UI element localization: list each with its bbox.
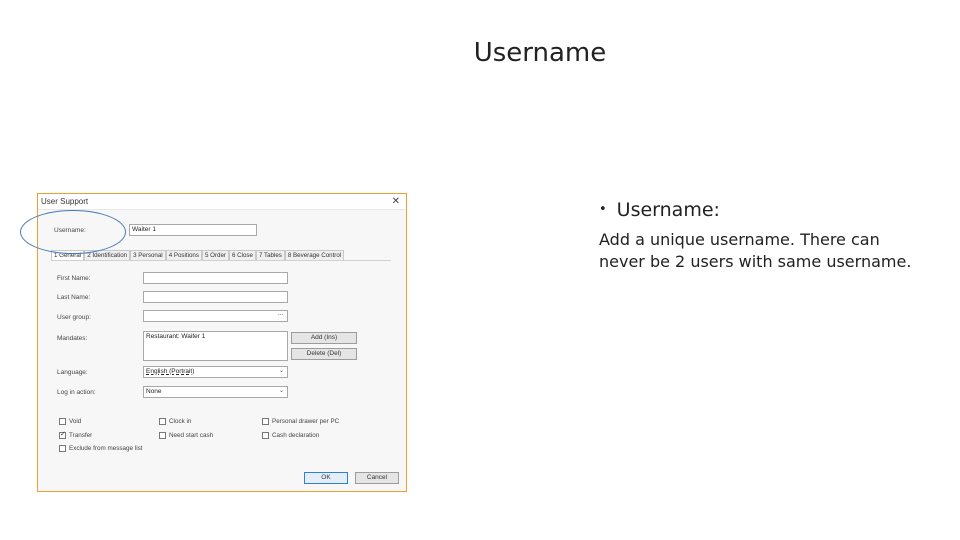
language-label: Language: <box>57 369 88 376</box>
ok-button[interactable]: OK <box>304 472 348 484</box>
tab-personal[interactable]: 3 Personal <box>130 250 166 260</box>
username-highlight-oval <box>20 210 126 254</box>
username-input[interactable]: Waiter 1 <box>129 224 257 236</box>
tab-panel-divider <box>51 260 391 261</box>
personal-drawer-checkbox[interactable] <box>262 418 269 425</box>
mandates-list[interactable]: Restaurant: Waiter 1 <box>143 331 288 361</box>
clock-in-checkbox[interactable] <box>159 418 166 425</box>
personal-drawer-label: Personal drawer per PC <box>272 418 340 425</box>
first-name-label: First Name: <box>57 275 91 282</box>
clock-in-label: Clock in <box>169 418 192 425</box>
dialog-titlebar: User Support ✕ <box>38 194 406 210</box>
chevron-down-icon[interactable]: ⌄ <box>279 367 284 374</box>
last-name-label: Last Name: <box>57 294 91 301</box>
cancel-button[interactable]: Cancel <box>355 472 399 484</box>
language-select[interactable]: English (Portrait) <box>143 366 288 378</box>
bullet-label: Username: <box>616 199 720 221</box>
slide-title: Username <box>473 38 607 68</box>
tab-tables[interactable]: 7 Tables <box>255 250 285 260</box>
slide-body-text: Add a unique username. There can never b… <box>599 230 912 271</box>
add-mandate-button[interactable]: Add (Ins) <box>291 332 357 344</box>
cash-declaration-label: Cash declaration <box>272 432 320 439</box>
chevron-down-icon[interactable]: ⌄ <box>279 387 284 394</box>
user-group-label: User group: <box>57 314 91 321</box>
exclude-message-list-checkbox[interactable] <box>59 445 66 452</box>
user-group-browse-button[interactable]: ... <box>278 311 283 317</box>
login-action-select[interactable]: None <box>143 386 288 398</box>
login-action-label: Log in action: <box>57 389 96 396</box>
transfer-checkbox[interactable] <box>59 430 66 439</box>
tab-beverage-control[interactable]: 8 Beverage Control <box>284 250 345 260</box>
bullet-dot-icon: • <box>599 202 607 217</box>
tab-close[interactable]: 6 Close <box>228 250 256 260</box>
tab-order[interactable]: 5 Order <box>201 250 229 260</box>
user-group-input[interactable] <box>143 310 288 322</box>
close-icon[interactable]: ✕ <box>392 196 400 207</box>
transfer-label: Transfer <box>69 432 93 439</box>
need-start-cash-checkbox[interactable] <box>159 432 166 439</box>
last-name-input[interactable] <box>143 291 288 303</box>
exclude-message-list-label: Exclude from message list <box>69 445 143 452</box>
delete-mandate-button[interactable]: Delete (Del) <box>291 348 357 360</box>
first-name-input[interactable] <box>143 272 288 284</box>
void-checkbox[interactable] <box>59 418 66 425</box>
tab-positions[interactable]: 4 Positions <box>165 250 202 260</box>
mandates-label: Mandates: <box>57 335 88 342</box>
cash-declaration-checkbox[interactable] <box>262 432 269 439</box>
void-label: Void <box>69 418 82 425</box>
dialog-title: User Support <box>41 197 89 206</box>
bullet-heading: • Username: <box>599 199 720 221</box>
need-start-cash-label: Need start cash <box>169 432 214 439</box>
